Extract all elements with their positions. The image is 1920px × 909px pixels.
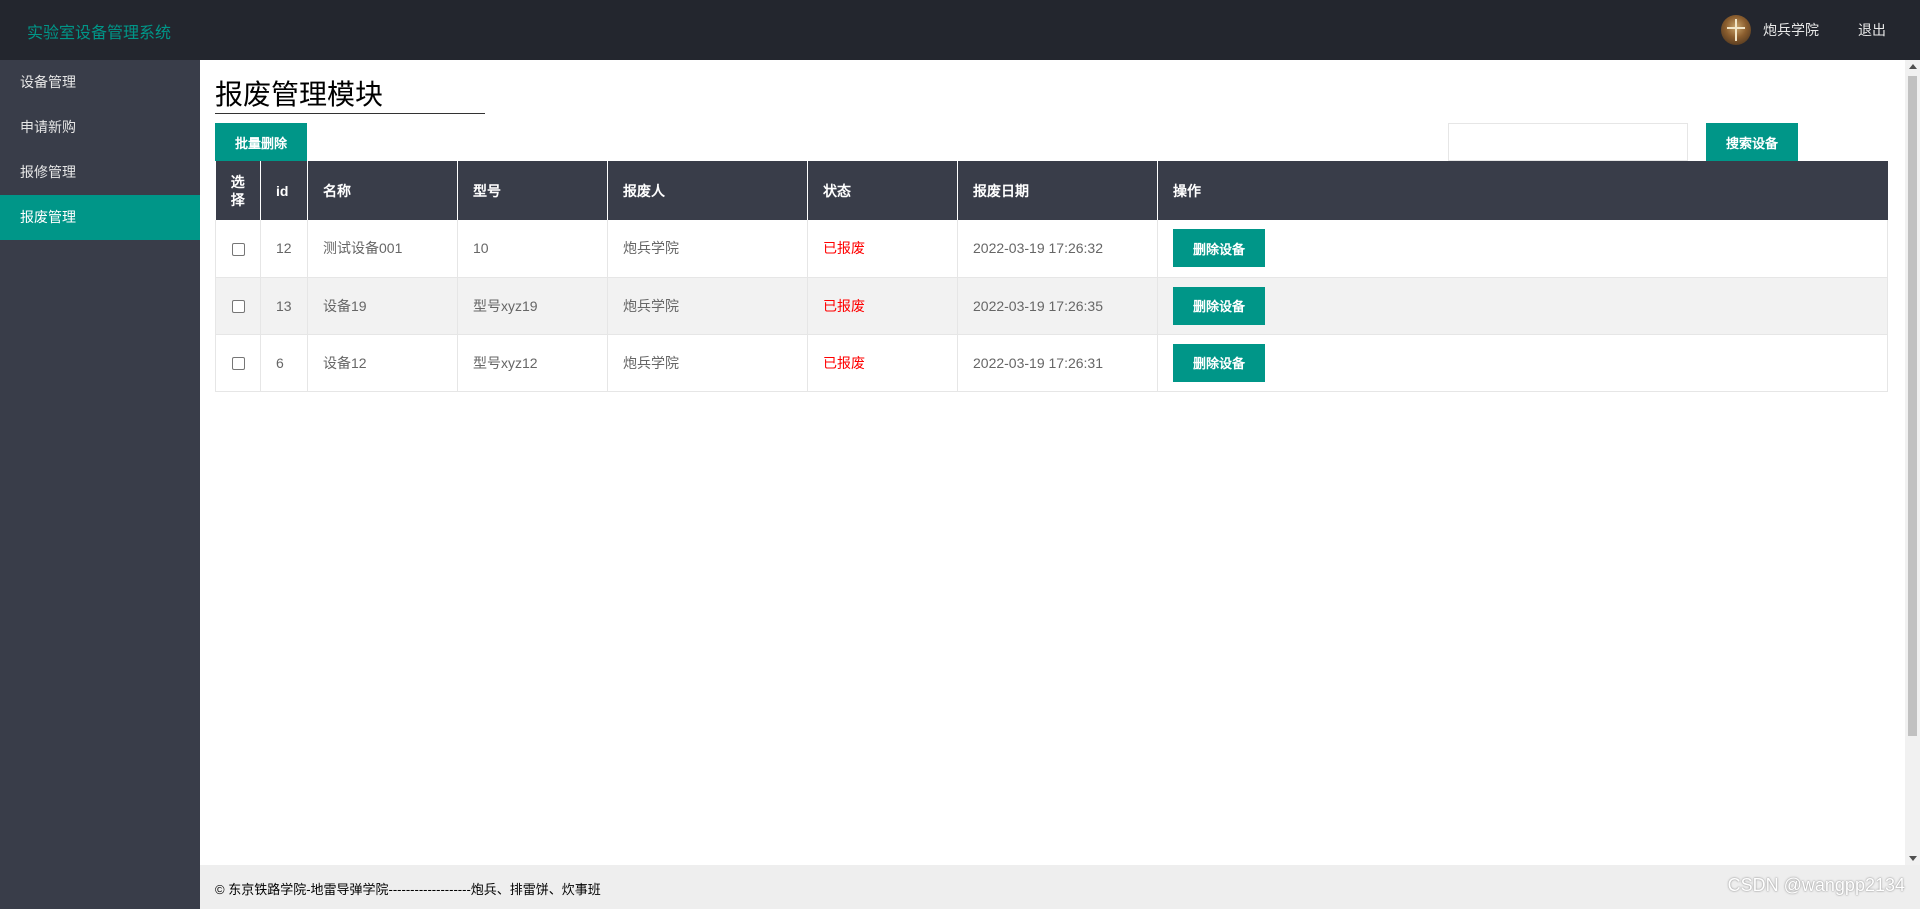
footer: © 东京铁路学院-地雷导弹学院-------------------炮兵、排雷饼… <box>200 865 1920 909</box>
app-title[interactable]: 实验室设备管理系统 <box>27 19 171 43</box>
page-title: 报废管理模块 <box>215 77 485 114</box>
header-id: id <box>260 161 308 220</box>
row-date: 2022-03-19 17:26:35 <box>957 277 1158 334</box>
row-date: 2022-03-19 17:26:31 <box>957 334 1158 391</box>
search-input[interactable] <box>1448 123 1688 161</box>
delete-equipment-button[interactable]: 删除设备 <box>1173 343 1265 382</box>
header-select-line1: 选 <box>230 173 245 190</box>
row-id: 13 <box>260 277 308 334</box>
user-area: 炮兵学院 退出 <box>1721 0 1920 60</box>
scroll-up-arrow-icon[interactable] <box>1909 64 1917 69</box>
row-model: 型号xyz19 <box>457 277 608 334</box>
logout-link[interactable]: 退出 <box>1858 20 1886 40</box>
row-status: 已报废 <box>807 334 958 391</box>
row-status: 已报废 <box>807 220 958 277</box>
avatar[interactable] <box>1721 15 1751 45</box>
table-row: 13 设备19 型号xyz19 炮兵学院 已报废 2022-03-19 17:2… <box>215 277 1888 334</box>
scrap-table: 选择 id 名称 型号 报废人 状态 报废日期 操作 12 测试设备001 10… <box>215 161 1888 392</box>
header-select-line2: 择 <box>230 191 245 208</box>
row-id: 12 <box>260 220 308 277</box>
batch-delete-button[interactable]: 批量删除 <box>215 123 307 161</box>
row-name: 设备19 <box>307 277 458 334</box>
header-date: 报废日期 <box>957 161 1158 220</box>
row-model: 10 <box>457 220 608 277</box>
row-name: 测试设备001 <box>307 220 458 277</box>
vertical-scrollbar[interactable] <box>1905 60 1920 865</box>
scroll-thumb[interactable] <box>1908 76 1917 736</box>
row-action-cell: 删除设备 <box>1157 277 1888 334</box>
row-action-cell: 删除设备 <box>1157 334 1888 391</box>
table-header-row: 选择 id 名称 型号 报废人 状态 报废日期 操作 <box>215 161 1888 220</box>
header-action: 操作 <box>1173 182 1201 199</box>
header-select: 选择 <box>215 161 261 220</box>
sidebar-item-purchase[interactable]: 申请新购 <box>0 105 200 150</box>
row-action-cell: 删除设备 <box>1157 220 1888 277</box>
delete-equipment-button[interactable]: 删除设备 <box>1173 286 1265 325</box>
header-person: 报废人 <box>607 161 808 220</box>
scroll-down-arrow-icon[interactable] <box>1909 856 1917 861</box>
row-person: 炮兵学院 <box>607 334 808 391</box>
row-select-cell <box>215 334 261 391</box>
header-name: 名称 <box>307 161 458 220</box>
row-id: 6 <box>260 334 308 391</box>
footer-copyright: © 东京铁路学院-地雷导弹学院-------------------炮兵、排雷饼… <box>215 882 601 897</box>
sidebar-item-equipment[interactable]: 设备管理 <box>0 60 200 105</box>
row-date: 2022-03-19 17:26:32 <box>957 220 1158 277</box>
row-checkbox[interactable] <box>231 300 245 314</box>
row-select-cell <box>215 277 261 334</box>
row-name: 设备12 <box>307 334 458 391</box>
search-button[interactable]: 搜索设备 <box>1706 123 1798 161</box>
sidebar: 设备管理 申请新购 报修管理 报废管理 <box>0 60 200 909</box>
row-model: 型号xyz12 <box>457 334 608 391</box>
delete-equipment-button[interactable]: 删除设备 <box>1173 229 1265 268</box>
header-model: 型号 <box>457 161 608 220</box>
row-person: 炮兵学院 <box>607 277 808 334</box>
table-row: 12 测试设备001 10 炮兵学院 已报废 2022-03-19 17:26:… <box>215 220 1888 277</box>
row-status: 已报废 <box>807 277 958 334</box>
top-header: 实验室设备管理系统 炮兵学院 退出 <box>0 0 1920 60</box>
main-content: 报废管理模块 批量删除 搜索设备 选择 id 名称 型号 报废人 状态 报废日期… <box>200 60 1905 865</box>
sidebar-item-repair[interactable]: 报修管理 <box>0 150 200 195</box>
row-select-cell <box>215 220 261 277</box>
sidebar-item-scrap[interactable]: 报废管理 <box>0 195 200 240</box>
table-row: 6 设备12 型号xyz12 炮兵学院 已报废 2022-03-19 17:26… <box>215 334 1888 391</box>
row-person: 炮兵学院 <box>607 220 808 277</box>
row-checkbox[interactable] <box>231 243 245 257</box>
row-checkbox[interactable] <box>231 357 245 371</box>
user-name[interactable]: 炮兵学院 <box>1763 20 1819 40</box>
csdn-watermark: CSDN @wangpp2134 <box>1727 875 1905 895</box>
header-status: 状态 <box>807 161 958 220</box>
